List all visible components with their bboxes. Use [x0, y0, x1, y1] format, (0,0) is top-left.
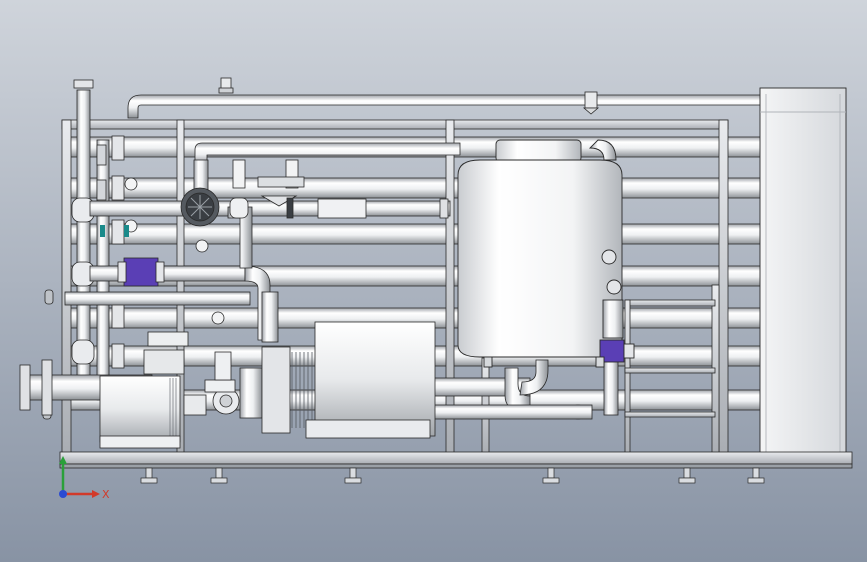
pressure-gauge: [211, 311, 225, 325]
cad-viewport: X: [0, 0, 867, 562]
skid-base: [59, 451, 853, 469]
triad-x-label: X: [102, 488, 110, 501]
balance-tank: [457, 139, 635, 368]
pressure-gauge: [124, 177, 138, 191]
control-cabinet: [759, 87, 847, 459]
violet-flow-meter: [123, 257, 159, 287]
cad-assembly-drawing: X: [0, 0, 867, 562]
pressure-gauge: [195, 239, 209, 253]
teal-sensor: [124, 225, 129, 237]
motor-body: [314, 321, 436, 437]
teal-sensor: [100, 225, 105, 237]
triad-z-axis: [59, 490, 67, 498]
